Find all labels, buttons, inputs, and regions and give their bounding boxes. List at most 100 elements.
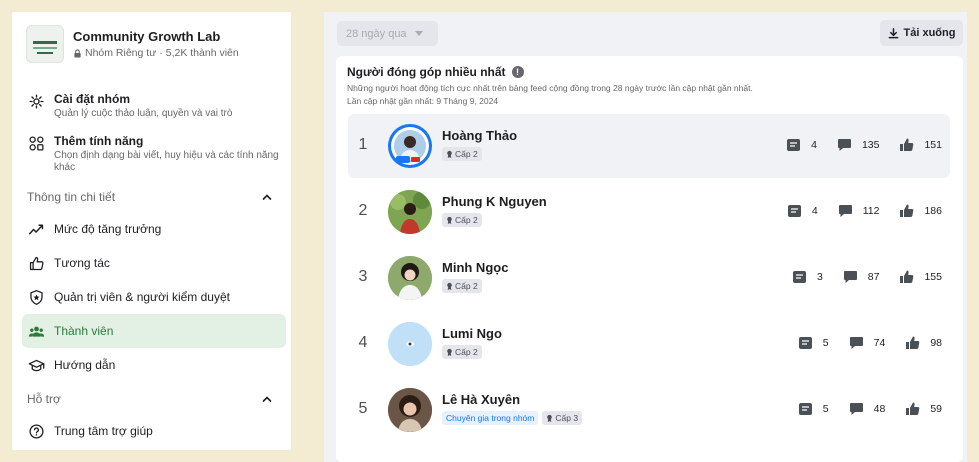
contributor-row[interactable]: 5 Lê Hà Xuyên Chuyên gia trong nhóm Cấp … (348, 378, 950, 442)
posts-stat: 3 (792, 270, 823, 284)
badge-text: Cấp 2 (455, 347, 478, 357)
posts-count: 4 (811, 139, 817, 151)
comment-icon (849, 337, 863, 349)
contributor-name[interactable]: Phung K Nguyen (442, 194, 547, 209)
info-icon[interactable]: ! (511, 66, 524, 78)
sidebar-item-members[interactable]: Thành viên (22, 314, 286, 348)
contributor-stats: 5 74 98 (778, 336, 942, 350)
medal-icon (447, 216, 452, 224)
contributor-rank: 1 (358, 136, 368, 153)
avatar[interactable] (388, 322, 432, 366)
contributor-name[interactable]: Lumi Ngo (442, 326, 502, 341)
caret-down-icon (414, 31, 423, 36)
contributor-rank: 5 (358, 400, 368, 417)
sidebar-item-label: Trung tâm trợ giúp (54, 424, 153, 438)
badge-text: Cấp 2 (455, 281, 478, 291)
contributor-name[interactable]: Hoàng Thảo (442, 128, 517, 143)
comments-count: 48 (873, 403, 886, 415)
lock-icon (74, 48, 81, 58)
group-name[interactable]: Community Growth Lab (73, 29, 239, 44)
contributor-rank: 4 (358, 334, 368, 351)
post-icon (798, 337, 812, 349)
section-title: Hỗ trợ (27, 392, 61, 406)
reactions-stat: 59 (905, 402, 942, 416)
sidebar-item-growth[interactable]: Mức độ tăng trưởng (12, 212, 291, 246)
contributor-row[interactable]: 1 Hoàng Thảo Cấp 2 4 135 151 (348, 114, 950, 178)
download-button[interactable]: Tải xuống (880, 20, 963, 46)
level-badge: Cấp 2 (442, 345, 482, 359)
contributor-stats: 4 112 186 (767, 204, 942, 218)
download-label: Tải xuống (903, 27, 956, 39)
posts-count: 5 (822, 403, 829, 415)
medal-icon (447, 282, 452, 290)
level-badge: Cấp 2 (442, 213, 482, 227)
sidebar-item-engagement[interactable]: Tương tác (12, 246, 291, 280)
toolbar: 28 ngày qua Tải xuống (324, 12, 967, 56)
section-details-header[interactable]: Thông tin chi tiết (12, 182, 291, 212)
like-icon (900, 138, 914, 151)
post-icon (798, 403, 812, 415)
medal-icon (447, 348, 452, 356)
medal-icon (447, 150, 452, 158)
sidebar-item-help-center[interactable]: Trung tâm trợ giúp (12, 414, 291, 448)
card-title: Người đóng góp nhiều nhất ! (347, 65, 524, 79)
comment-icon (849, 403, 863, 415)
group-meta-separator: · (159, 47, 163, 59)
reactions-count: 59 (930, 403, 942, 415)
post-icon (787, 139, 801, 151)
contributor-rank: 2 (358, 202, 368, 219)
avatar[interactable] (388, 124, 432, 168)
like-icon (900, 270, 914, 283)
avatar[interactable] (388, 190, 432, 234)
comments-stat: 87 (843, 270, 879, 284)
badge-text: Cấp 2 (455, 215, 478, 225)
comment-icon (843, 271, 857, 283)
badge-text: Cấp 3 (555, 413, 579, 423)
group-header[interactable]: Community Growth Lab Nhóm Riêng tư · 5,2… (12, 12, 291, 66)
posts-count: 5 (822, 337, 829, 349)
chevron-up-icon (262, 396, 272, 402)
sidebar-item-subtitle: Chọn định dạng bài viết, huy hiệu và các… (54, 150, 279, 173)
sidebar: Community Growth Lab Nhóm Riêng tư · 5,2… (12, 12, 291, 450)
sidebar-item-label: Hướng dẫn (54, 358, 116, 372)
grid-icon (27, 134, 45, 152)
avatar[interactable] (388, 256, 432, 300)
trend-icon (27, 220, 45, 238)
like-icon (906, 336, 920, 349)
reactions-stat: 151 (899, 138, 942, 152)
date-range-select[interactable]: 28 ngày qua (337, 21, 438, 46)
contributor-row[interactable]: 3 Minh Ngọc Cấp 2 3 87 155 (348, 246, 950, 310)
posts-stat: 5 (798, 402, 829, 416)
reactions-stat: 186 (899, 204, 942, 218)
comment-icon (838, 205, 852, 217)
comments-stat: 48 (849, 402, 886, 416)
sidebar-item-admins[interactable]: Quản trị viên & người kiểm duyệt (12, 280, 291, 314)
sidebar-item-guides[interactable]: Hướng dẫn (12, 348, 291, 382)
reactions-count: 186 (924, 205, 942, 217)
contributor-name[interactable]: Lê Hà Xuyên (442, 392, 582, 407)
contributor-row[interactable]: 2 Phung K Nguyen Cấp 2 4 112 186 (348, 180, 950, 244)
comments-count: 135 (861, 139, 880, 151)
comments-count: 74 (873, 337, 886, 349)
avatar[interactable] (388, 388, 432, 432)
reactions-count: 98 (930, 337, 942, 349)
graduation-cap-icon (27, 356, 45, 374)
card-title-text: Người đóng góp nhiều nhất (347, 65, 506, 79)
sidebar-item-add-features[interactable]: Thêm tính năng Chọn định dạng bài viết, … (12, 134, 291, 182)
sidebar-item-group-settings[interactable]: Cài đặt nhóm Quản lý cuộc thảo luận, quy… (12, 92, 291, 134)
reactions-stat: 98 (905, 336, 942, 350)
group-privacy: Nhóm Riêng tư (85, 47, 157, 59)
badge-text: Chuyên gia trong nhóm (446, 413, 535, 423)
level-badge: Cấp 3 (542, 411, 583, 425)
card-description: Những người hoạt động tích cực nhất trên… (347, 83, 753, 93)
level-badge: Cấp 2 (442, 279, 482, 293)
contributor-name[interactable]: Minh Ngọc (442, 260, 508, 275)
group-cover-thumbnail (26, 25, 64, 63)
section-support-header[interactable]: Hỗ trợ (12, 384, 291, 414)
reactions-stat: 155 (899, 270, 942, 284)
contributor-row[interactable]: 4 Lumi Ngo Cấp 2 5 74 98 (348, 312, 950, 376)
posts-stat: 4 (787, 204, 818, 218)
sidebar-item-title: Cài đặt nhóm (54, 92, 131, 106)
people-icon (27, 322, 45, 340)
main-panel: 28 ngày qua Tải xuống Người đóng góp nhi… (324, 12, 967, 462)
